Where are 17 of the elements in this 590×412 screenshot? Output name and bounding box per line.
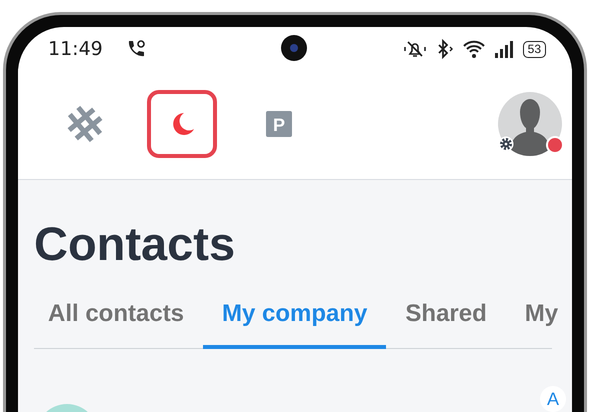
page-title: Contacts (34, 216, 236, 272)
parking-icon[interactable]: P (266, 111, 292, 137)
index-letter[interactable]: A (540, 386, 566, 412)
tab[interactable]: My company (203, 290, 386, 349)
night-mode-button[interactable] (147, 90, 217, 158)
tab[interactable]: Shared (386, 290, 506, 349)
status-time: 11:49 (48, 38, 103, 60)
wifi-icon (462, 39, 485, 59)
camera-hole (281, 35, 307, 61)
logo-icon[interactable] (65, 104, 105, 144)
signal-icon (494, 40, 514, 58)
muted-bell-icon (402, 39, 427, 59)
tab[interactable]: All contacts (34, 290, 204, 349)
battery-indicator: 53 (522, 40, 546, 58)
bluetooth-icon (436, 39, 454, 59)
tab[interactable]: My (506, 290, 572, 349)
settings-icon[interactable] (498, 136, 514, 152)
